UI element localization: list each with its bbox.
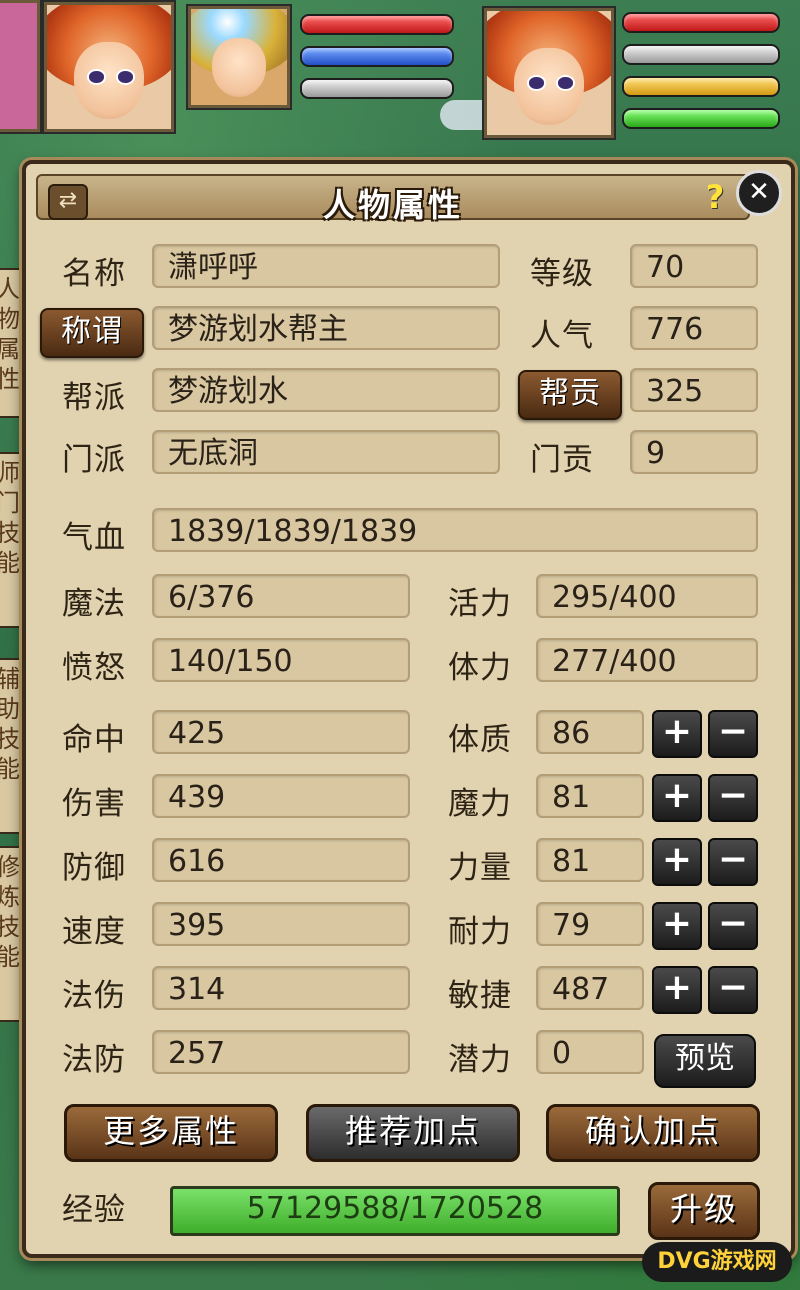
rage-label: 愤怒	[62, 650, 126, 686]
sect-label: 门派	[62, 442, 126, 478]
stamina-field: 277/400	[536, 638, 758, 682]
guild-contribution-field: 325	[630, 368, 758, 412]
rage-field: 140/150	[152, 638, 410, 682]
stamina-label: 体力	[448, 650, 512, 686]
side-tab-cultivation-skills[interactable]: 修炼技能	[0, 846, 22, 1022]
vitality-label: 活力	[448, 586, 512, 622]
title-button[interactable]: 称谓	[40, 308, 144, 358]
recommend-points-button[interactable]: 推荐加点	[306, 1104, 520, 1162]
popularity-field: 776	[630, 306, 758, 350]
pet-portrait[interactable]	[188, 6, 290, 108]
attr-label-endurance: 耐力	[448, 914, 512, 950]
popularity-label: 人气	[530, 318, 594, 354]
guild-label: 帮派	[62, 380, 126, 416]
mp-label: 魔法	[62, 586, 126, 622]
defense-field: 616	[152, 838, 410, 882]
name-label: 名称	[62, 256, 126, 292]
side-tab-character-attributes[interactable]: 人物属性	[0, 268, 22, 418]
damage-field: 439	[152, 774, 410, 818]
minus-agility-button[interactable]: −	[708, 966, 758, 1014]
attr-field-agility: 487	[536, 966, 644, 1010]
confirm-points-button[interactable]: 确认加点	[546, 1104, 760, 1162]
target-exp-bar	[622, 108, 780, 129]
player-portrait[interactable]	[44, 2, 174, 132]
plus-strength-button[interactable]: +	[652, 838, 702, 886]
sect-contribution-field: 9	[630, 430, 758, 474]
hit-field: 425	[152, 710, 410, 754]
speed-label: 速度	[62, 914, 126, 950]
attr-label-magic: 魔力	[448, 786, 512, 822]
magic-defense-label: 法防	[62, 1042, 126, 1078]
minus-strength-button[interactable]: −	[708, 838, 758, 886]
experience-label: 经验	[62, 1192, 126, 1228]
target-hp-bar	[622, 12, 780, 33]
hit-label: 命中	[62, 722, 126, 758]
character-attributes-panel: ⇄ 人物属性 ? ✕ 名称 潇呼呼 等级 70 称谓 梦游划水帮主 人气 776…	[22, 160, 795, 1258]
level-label: 等级	[530, 256, 594, 292]
watermark-logo: DVG游戏网	[642, 1242, 792, 1282]
pet-hp-bar	[300, 14, 454, 35]
sect-field: 无底洞	[152, 430, 500, 474]
defense-label: 防御	[62, 850, 126, 886]
plus-endurance-button[interactable]: +	[652, 902, 702, 950]
attr-label-constitution: 体质	[448, 722, 512, 758]
damage-label: 伤害	[62, 786, 126, 822]
title-bar[interactable]: ⇄ 人物属性 ?	[36, 174, 750, 224]
attr-field-strength: 81	[536, 838, 644, 882]
attr-label-strength: 力量	[448, 850, 512, 886]
name-field: 潇呼呼	[152, 244, 500, 288]
pet-extra-bar	[300, 78, 454, 99]
side-tab-support-skills[interactable]: 辅助技能	[0, 658, 22, 834]
potential-field: 0	[536, 1030, 644, 1074]
magic-damage-field: 314	[152, 966, 410, 1010]
side-tab-sect-skills[interactable]: 师门技能	[0, 452, 22, 628]
speed-field: 395	[152, 902, 410, 946]
close-icon[interactable]: ✕	[736, 170, 782, 216]
hud-left-edge-portrait	[0, 0, 40, 132]
minus-magic-button[interactable]: −	[708, 774, 758, 822]
guild-field: 梦游划水	[152, 368, 500, 412]
help-icon[interactable]: ?	[698, 180, 732, 214]
sect-contribution-label: 门贡	[530, 442, 594, 478]
hp-field: 1839/1839/1839	[152, 508, 758, 552]
title-field: 梦游划水帮主	[152, 306, 500, 350]
plus-constitution-button[interactable]: +	[652, 710, 702, 758]
experience-bar: 57129588/1720528	[170, 1186, 620, 1236]
attr-field-endurance: 79	[536, 902, 644, 946]
target-mp-bar	[622, 44, 780, 65]
target-rage-bar	[622, 76, 780, 97]
level-up-button[interactable]: 升级	[648, 1182, 760, 1240]
attr-label-agility: 敏捷	[448, 978, 512, 1014]
magic-defense-field: 257	[152, 1030, 410, 1074]
level-field: 70	[630, 244, 758, 288]
attr-field-constitution: 86	[536, 710, 644, 754]
plus-magic-button[interactable]: +	[652, 774, 702, 822]
mp-field: 6/376	[152, 574, 410, 618]
more-attributes-button[interactable]: 更多属性	[64, 1104, 278, 1162]
magic-damage-label: 法伤	[62, 978, 126, 1014]
attr-field-magic: 81	[536, 774, 644, 818]
preview-button[interactable]: 预览	[654, 1034, 756, 1088]
panel-title: 人物属性	[322, 186, 463, 224]
minus-endurance-button[interactable]: −	[708, 902, 758, 950]
hp-label: 气血	[62, 520, 126, 556]
target-portrait[interactable]	[484, 8, 614, 138]
guild-contribution-button[interactable]: 帮贡	[518, 370, 622, 420]
plus-agility-button[interactable]: +	[652, 966, 702, 1014]
pet-mp-bar	[300, 46, 454, 67]
potential-label: 潜力	[448, 1042, 512, 1078]
vitality-field: 295/400	[536, 574, 758, 618]
minus-constitution-button[interactable]: −	[708, 710, 758, 758]
